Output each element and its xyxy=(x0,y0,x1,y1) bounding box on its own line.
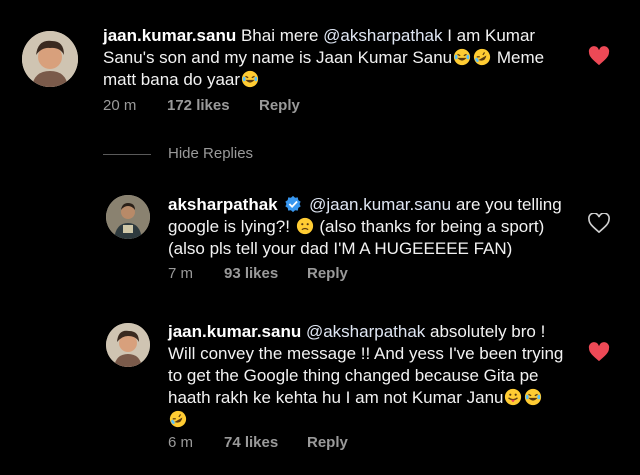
laughing-emoji-icon xyxy=(241,70,259,88)
avatar[interactable] xyxy=(22,31,78,87)
heart-liked-icon[interactable] xyxy=(588,342,610,362)
comment-text-segment: I am Kumar xyxy=(442,26,536,45)
confused-emoji-icon xyxy=(296,217,314,235)
reply-button[interactable]: Reply xyxy=(307,434,348,451)
laughing-emoji-icon xyxy=(453,48,471,66)
mention-link[interactable]: @jaan.kumar.sanu xyxy=(309,195,451,214)
comment-text-segment: Sanu's son and my name is Jaan Kumar San… xyxy=(103,48,453,67)
rofl-emoji-icon xyxy=(169,410,187,428)
tongue-emoji-icon xyxy=(504,388,522,406)
likes-count[interactable]: 93 likes xyxy=(224,265,307,282)
comment-text-segment: absolutely bro ! xyxy=(425,322,546,341)
likes-count[interactable]: 74 likes xyxy=(224,434,307,451)
reply-button[interactable]: Reply xyxy=(259,97,300,114)
mention-link[interactable]: @aksharpathak xyxy=(323,26,442,45)
timestamp: 6 m xyxy=(168,434,194,451)
comment-text-segment: (also thanks for being a sport) xyxy=(314,217,545,236)
comment-text-segment: Will convey the message !! And yess I've… xyxy=(168,344,564,363)
username[interactable]: jaan.kumar.sanu xyxy=(168,322,301,341)
comment-text-segment: matt bana do yaar xyxy=(103,70,241,89)
likes-count[interactable]: 172 likes xyxy=(167,97,259,114)
comment-meta: 20 m 172 likes Reply xyxy=(103,97,300,114)
mention-link[interactable]: @aksharpathak xyxy=(306,322,425,341)
comment-text-segment: to get the Google thing changed because … xyxy=(168,366,539,385)
comment-text-segment: are you telling xyxy=(451,195,562,214)
rofl-emoji-icon xyxy=(473,48,491,66)
comment-meta: 6 m 74 likes Reply xyxy=(168,434,348,451)
comment-text-segment: Bhai mere xyxy=(236,26,324,45)
timestamp: 20 m xyxy=(103,97,137,114)
avatar[interactable] xyxy=(106,323,150,367)
divider xyxy=(103,154,151,155)
comment-meta: 7 m 93 likes Reply xyxy=(168,265,348,282)
avatar[interactable] xyxy=(106,195,150,239)
username[interactable]: jaan.kumar.sanu xyxy=(103,26,236,45)
username[interactable]: aksharpathak xyxy=(168,195,278,214)
timestamp: 7 m xyxy=(168,265,194,282)
comment-text-segment: (also pls tell your dad I'M A HUGEEEEE F… xyxy=(168,239,513,258)
comment-text: aksharpathak @jaan.kumar.sanu are you te… xyxy=(168,194,568,260)
comment-text-segment: Meme xyxy=(492,48,545,67)
laughing-emoji-icon xyxy=(524,388,542,406)
comment-text: jaan.kumar.sanu @aksharpathak absolutely… xyxy=(168,321,568,431)
comment-text: jaan.kumar.sanu Bhai mere @aksharpathak … xyxy=(103,25,573,91)
heart-outline-icon[interactable] xyxy=(588,213,610,233)
heart-liked-icon[interactable] xyxy=(588,46,610,66)
verified-badge-icon xyxy=(285,195,302,213)
hide-replies-button[interactable]: Hide Replies xyxy=(168,145,253,162)
comment-text-segment: google is lying?! xyxy=(168,217,290,236)
comment-text-segment: haath rakh ke kehta hu I am not Kumar Ja… xyxy=(168,388,504,407)
reply-button[interactable]: Reply xyxy=(307,265,348,282)
